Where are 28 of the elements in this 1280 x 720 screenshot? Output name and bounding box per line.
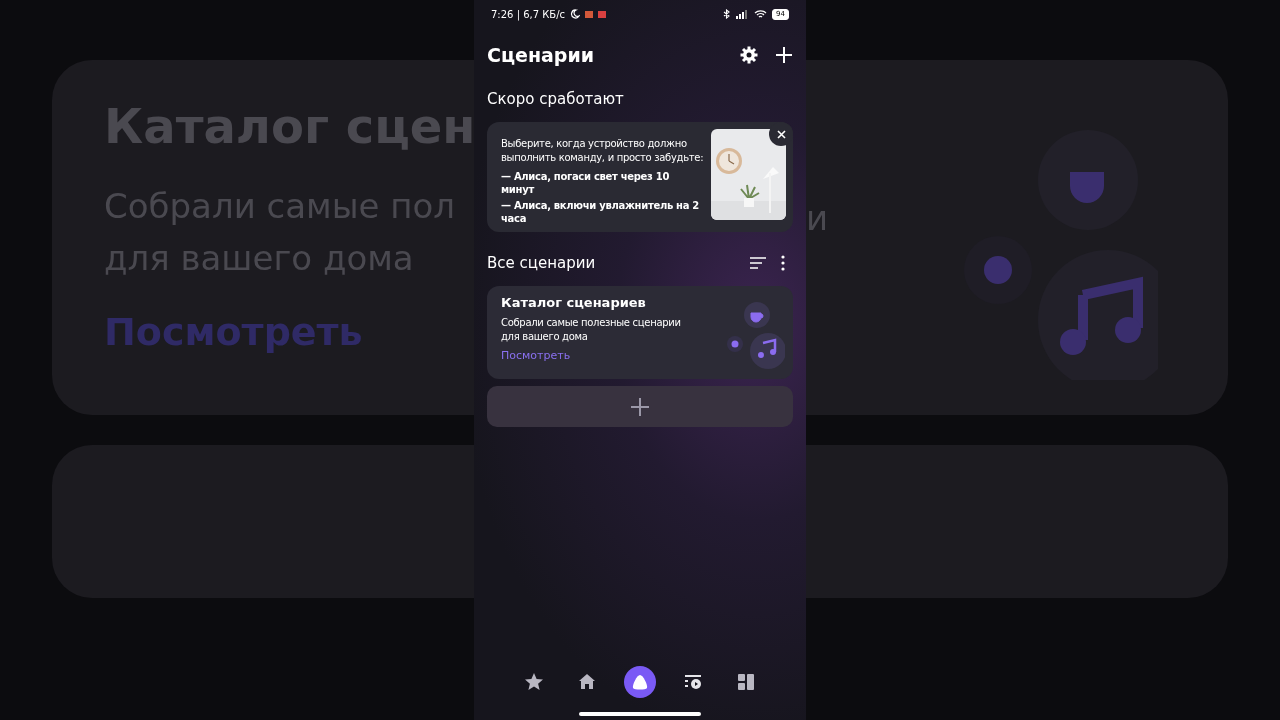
wifi-icon [754,9,768,19]
grid-icon [737,673,755,691]
promo-text: Выберите, когда устройство должно выполнить команду, и просто забудьте: [501,137,705,165]
card-title: Каталог сценариев [501,295,647,310]
star-icon [524,672,544,692]
status-time: 7:26 | 6,7 КБ/с [491,8,566,20]
close-button[interactable] [769,122,793,146]
scenario-icons-drawing [725,299,785,369]
catalog-card[interactable]: Каталог сценариев Собрали самые полезные сценарии для вашего дома Посмотреть [487,286,793,379]
add-icon [630,396,650,417]
close-icon [776,129,786,139]
add-icon[interactable] [775,46,793,64]
more-icon[interactable] [781,255,785,271]
example-command: — Алиса, погаси свет через 10 минут [501,170,671,196]
card-text: Собрали самые полезные сценарии для вашего дома [501,316,682,344]
moon-icon [570,9,581,19]
home-icon [577,672,597,692]
bluetooth-icon [723,9,732,19]
section-title: Все сценарии [487,254,597,272]
page-title: Сценарии [487,44,596,66]
signal-icon [736,9,750,19]
triangle-icon [631,673,649,691]
section-title: Скоро сработают [487,90,625,108]
view-link[interactable]: Посмотреть [501,349,725,362]
sort-icon[interactable] [749,256,767,270]
list-play-icon [684,673,702,691]
nav-tab[interactable] [624,666,656,698]
example-command: — Алиса, включи увлажнитель на 2 часа [501,199,700,225]
